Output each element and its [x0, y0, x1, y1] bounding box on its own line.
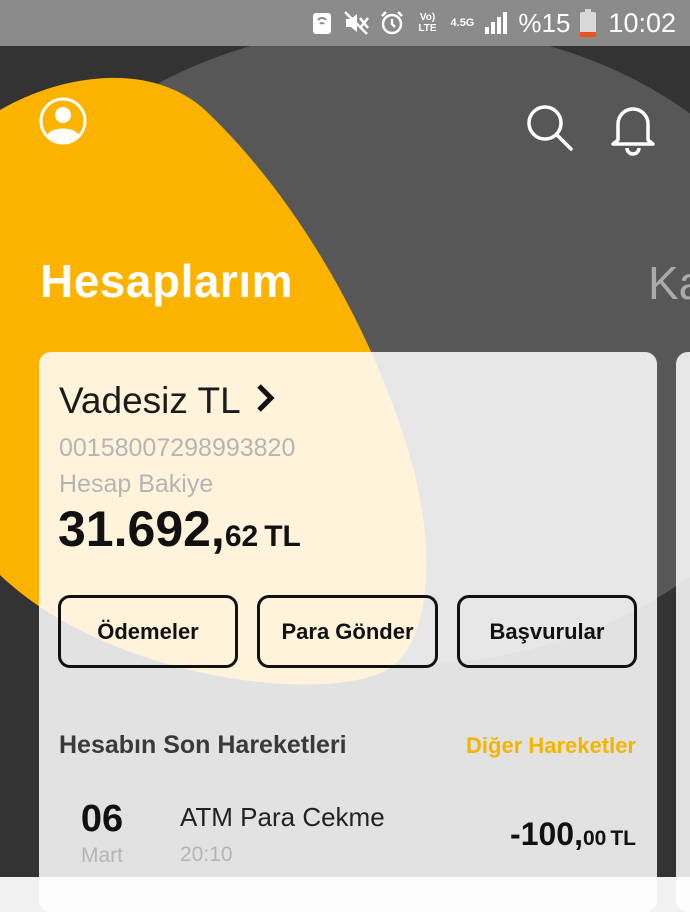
applications-button[interactable]: Başvurular [457, 595, 637, 668]
search-icon[interactable] [524, 102, 574, 152]
transaction-time: 20:10 [180, 843, 233, 866]
balance-integer: 31.692, [58, 501, 225, 557]
amount-integer: -100, [510, 816, 583, 852]
battery-icon [580, 9, 597, 37]
bell-icon[interactable] [608, 100, 658, 156]
page-title: Hesaplarım [40, 255, 294, 307]
balance-label: Hesap Bakiye [59, 470, 214, 498]
next-page-title[interactable]: Ka [648, 256, 690, 310]
chevron-right-icon [255, 380, 275, 422]
account-balance: 31.692,62 TL [58, 500, 301, 558]
profile-icon[interactable] [38, 96, 88, 146]
amount-currency: TL [610, 827, 636, 850]
transactions-title: Hesabın Son Hareketleri [59, 731, 347, 759]
amount-decimal: 00 [582, 827, 607, 850]
balance-currency: TL [264, 520, 301, 553]
status-time: 10:02 [608, 7, 676, 38]
volte-icon: Vo) LTE [418, 12, 437, 34]
transaction-amount: -100,00 TL [510, 816, 636, 853]
battery-percent: %15 [518, 7, 571, 38]
transaction-day: 06 [80, 798, 124, 840]
status-bar: Vo) LTE 4.5G %15 10:02 [0, 0, 690, 46]
account-name-link[interactable]: Vadesiz TL [59, 380, 275, 422]
transaction-month: Mart [81, 844, 123, 867]
balance-decimal: 62 [224, 520, 259, 553]
network-45g-icon: 4.5G [450, 17, 475, 29]
more-transactions-link[interactable]: Diğer Hareketler [466, 733, 636, 759]
payments-button[interactable]: Ödemeler [58, 595, 238, 668]
account-number: 00158007298993820 [59, 434, 296, 462]
send-money-button[interactable]: Para Gönder [257, 595, 438, 668]
mute-icon [343, 10, 369, 36]
transaction-title: ATM Para Cekme [180, 802, 385, 832]
next-account-card[interactable] [676, 352, 690, 912]
alarm-icon [379, 10, 405, 36]
account-name: Vadesiz TL [59, 380, 241, 421]
nfc-icon [311, 10, 333, 36]
signal-icon [484, 11, 508, 35]
